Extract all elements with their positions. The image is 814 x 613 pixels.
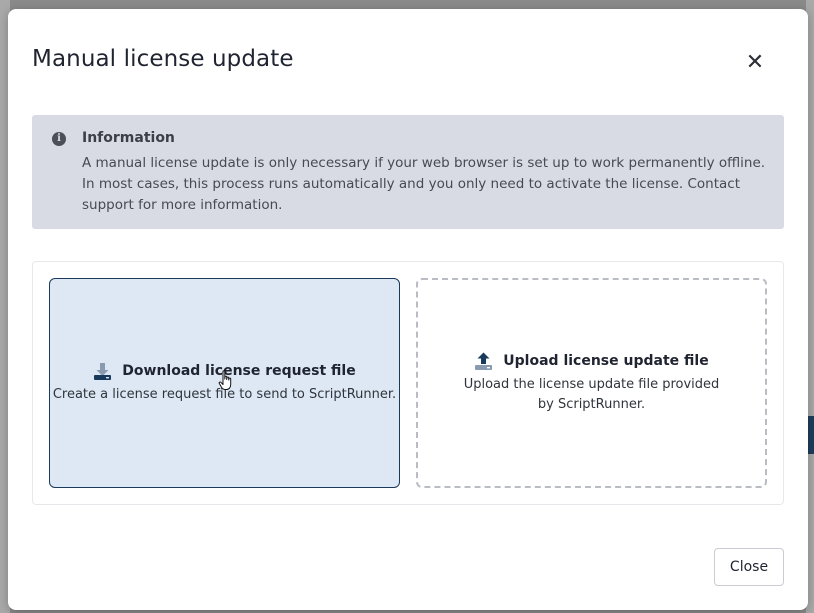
upload-card-header: Upload license update file — [474, 352, 709, 371]
download-icon — [93, 362, 112, 381]
dialog-title: Manual license update — [32, 46, 294, 72]
info-circle-icon: i — [52, 132, 66, 146]
license-update-dialog: Manual license update ✕ i Information A … — [8, 9, 808, 610]
upload-icon — [474, 352, 493, 371]
upload-card-description: Upload the license update file provided … — [463, 376, 720, 412]
information-text: A manual license update is only necessar… — [82, 155, 766, 213]
license-options-panel: Download license request file Create a l… — [32, 261, 784, 505]
upload-card-title: Upload license update file — [503, 353, 709, 369]
download-card-description: Create a license request file to send to… — [52, 386, 397, 402]
upload-license-update-card[interactable]: Upload license update file Upload the li… — [416, 278, 767, 488]
download-license-request-card[interactable]: Download license request file Create a l… — [49, 278, 400, 488]
information-box: i Information A manual license update is… — [32, 115, 784, 229]
download-card-title: Download license request file — [122, 363, 356, 379]
download-card-header: Download license request file — [93, 362, 356, 381]
information-title: Information — [82, 130, 175, 146]
close-icon[interactable]: ✕ — [742, 49, 768, 75]
close-button[interactable]: Close — [714, 548, 784, 586]
